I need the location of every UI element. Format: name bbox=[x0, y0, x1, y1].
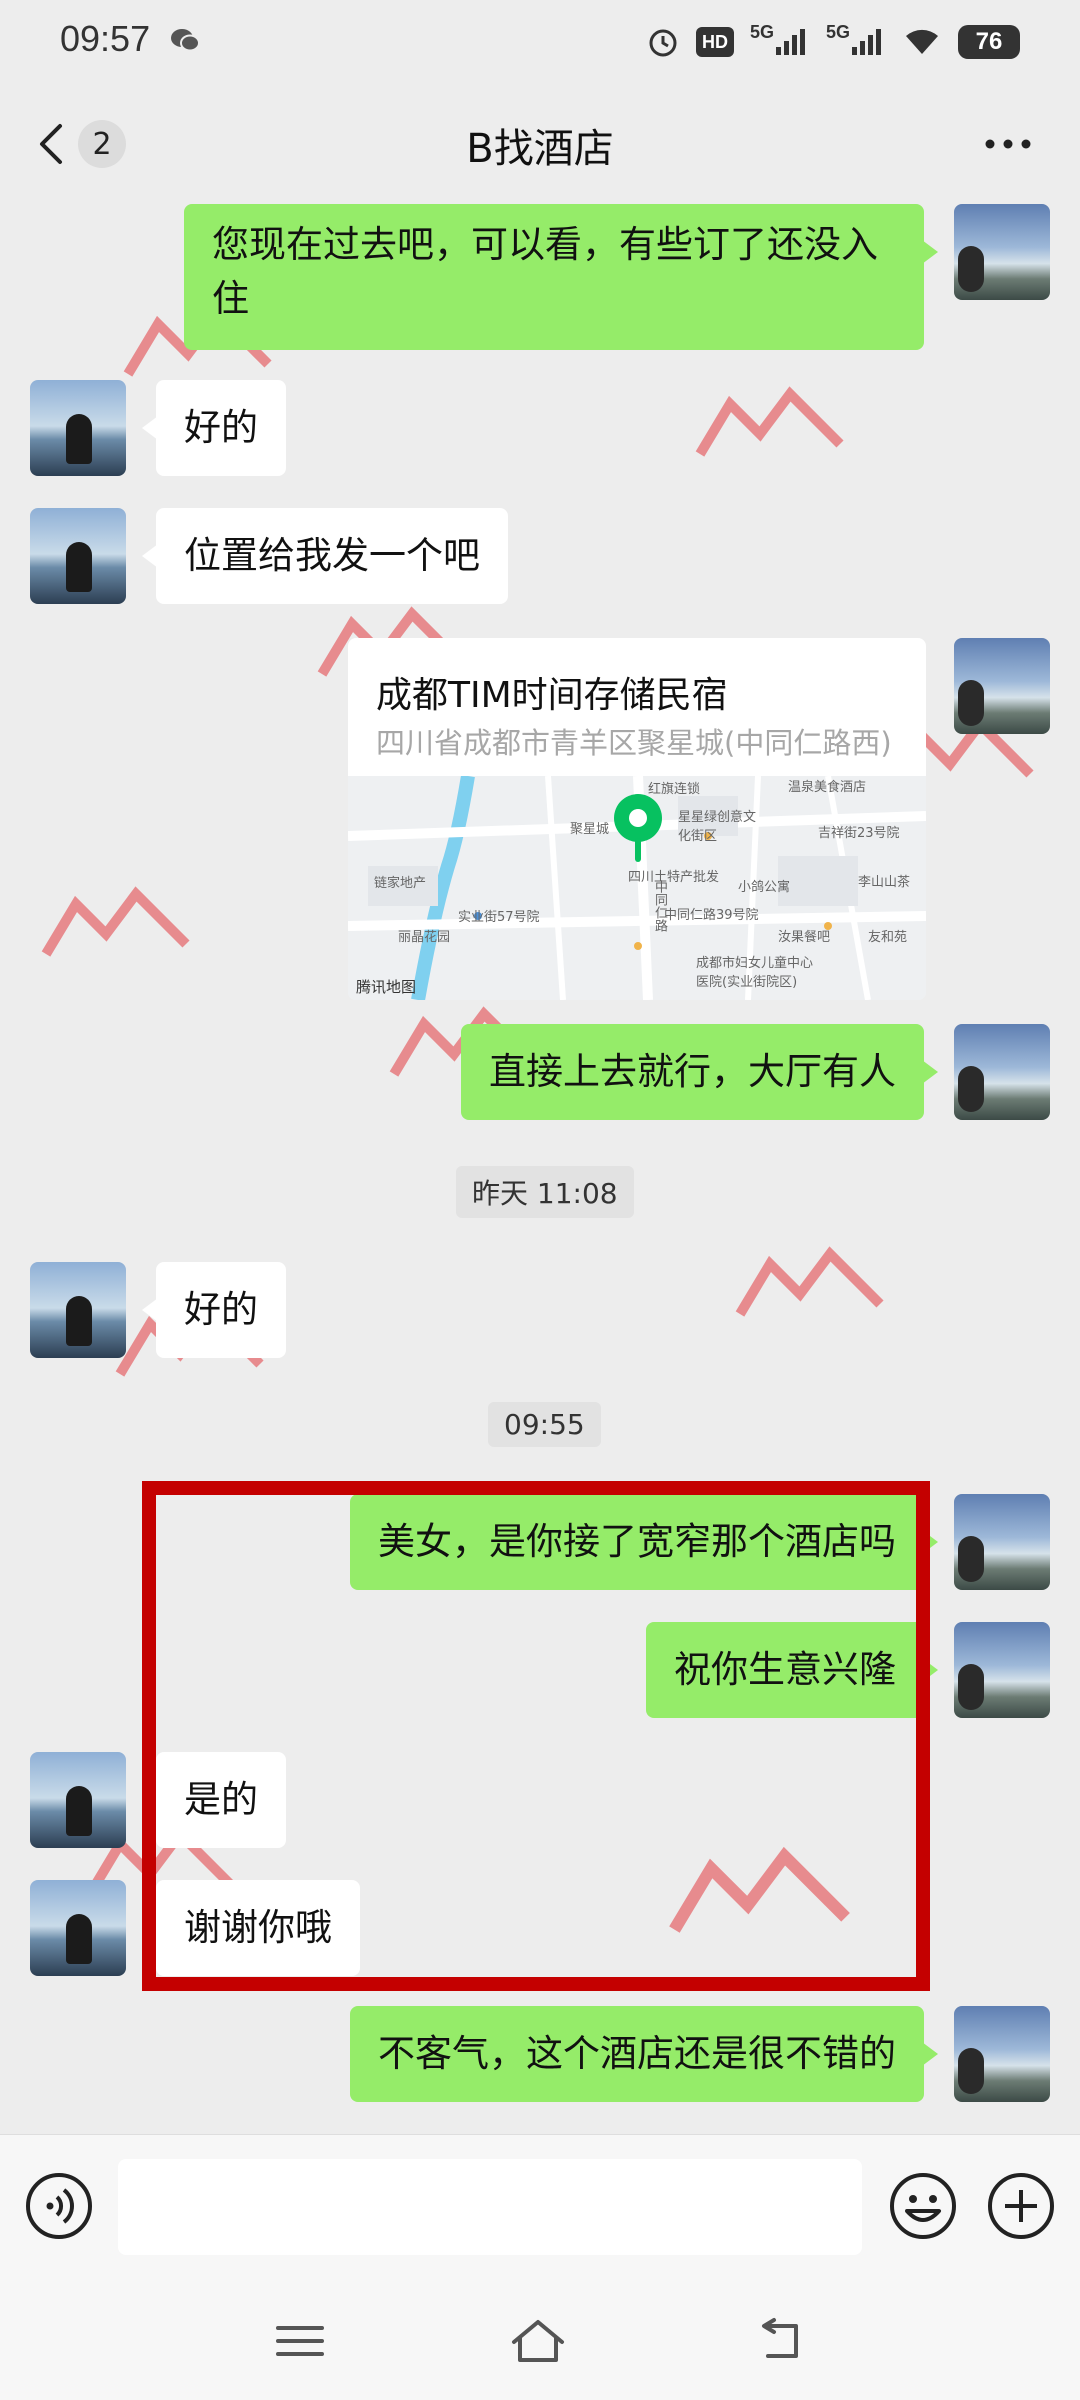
emoji-icon[interactable] bbox=[888, 2171, 958, 2241]
voice-input-icon[interactable] bbox=[24, 2171, 94, 2241]
contact-avatar[interactable] bbox=[30, 1880, 126, 1976]
map-label: 实业街57号院 bbox=[458, 910, 540, 925]
wechat-notification-icon bbox=[171, 29, 200, 52]
location-card[interactable]: 成都TIM时间存储民宿 四川省成都市青羊区聚星城(中同仁路西) 红旗连锁 温泉美… bbox=[348, 638, 926, 1000]
watermark-logo bbox=[695, 386, 844, 457]
contact-avatar[interactable] bbox=[30, 1262, 126, 1358]
my-avatar[interactable] bbox=[954, 2006, 1050, 2102]
my-avatar[interactable] bbox=[954, 1494, 1050, 1590]
timestamp-divider: 昨天 11:08 bbox=[456, 1166, 634, 1218]
status-time: 09:57 bbox=[60, 18, 151, 59]
map-label: 聚星城 bbox=[570, 822, 610, 837]
more-options-icon[interactable] bbox=[980, 124, 1036, 164]
location-title: 成都TIM时间存储民宿 bbox=[376, 675, 728, 716]
message-input[interactable] bbox=[118, 2159, 862, 2255]
hd-icon: HD bbox=[695, 27, 734, 57]
location-address: 四川省成都市青羊区聚星城(中同仁路西) bbox=[376, 726, 892, 760]
my-avatar[interactable] bbox=[954, 1622, 1050, 1718]
my-avatar[interactable] bbox=[954, 638, 1050, 734]
message-bubble-sent[interactable]: 您现在过去吧，可以看，有些订了还没入住 bbox=[184, 204, 938, 350]
my-avatar[interactable] bbox=[954, 1024, 1050, 1120]
signal-1-label: 5G bbox=[749, 21, 774, 42]
chat-message-list[interactable]: 您现在过去吧，可以看，有些订了还没入住 好的 位置给我发一个吧 成都TIM时间存… bbox=[0, 204, 1080, 2134]
map-provider-label: 腾讯地图 bbox=[356, 978, 417, 996]
location-pin-icon bbox=[614, 794, 662, 862]
signal-1-icon: 5G bbox=[749, 21, 810, 60]
map-label: 链家地产 bbox=[374, 876, 427, 891]
message-bubble-received[interactable]: 位置给我发一个吧 bbox=[142, 508, 508, 604]
message-bubble-sent[interactable]: 直接上去就行，大厅有人 bbox=[461, 1024, 938, 1120]
watermark-logo bbox=[41, 886, 190, 957]
map-label: 小鸽公寓 bbox=[738, 880, 791, 895]
chat-header: 2 B找酒店 bbox=[0, 84, 1080, 204]
status-bar: 09:57 HD 5G 5G 76 bbox=[0, 0, 1080, 84]
back-nav-icon[interactable] bbox=[752, 2316, 808, 2366]
highlight-annotation-box bbox=[142, 1481, 930, 1991]
timestamp-divider: 09:55 bbox=[488, 1402, 601, 1447]
map-label: 吉祥街23号院 bbox=[818, 826, 900, 841]
home-icon[interactable] bbox=[510, 2316, 566, 2366]
alarm-icon bbox=[649, 29, 677, 57]
message-bubble-received[interactable]: 好的 bbox=[142, 380, 286, 476]
map-label: 李山山茶 bbox=[858, 875, 911, 890]
map-label: 汝果餐吧 bbox=[778, 930, 831, 945]
map-label: 中同仁路39号院 bbox=[664, 908, 759, 923]
signal-2-icon: 5G bbox=[825, 21, 886, 60]
message-input-bar bbox=[0, 2134, 1080, 2278]
map-label: 中同仁路 bbox=[652, 880, 667, 932]
map-label: 星星绿创意文化街区 bbox=[678, 810, 757, 844]
chat-title: B找酒店 bbox=[466, 126, 614, 172]
contact-avatar[interactable] bbox=[30, 380, 126, 476]
map-label: 丽晶花园 bbox=[398, 930, 451, 945]
map-label: 友和苑 bbox=[868, 930, 908, 945]
map-label: 四川土特产批发 bbox=[628, 870, 720, 885]
map-label: 温泉美食酒店 bbox=[788, 780, 867, 795]
watermark-logo bbox=[735, 1246, 884, 1317]
location-map-preview[interactable]: 红旗连锁 温泉美食酒店 聚星城 星星绿创意文化街区 吉祥街23号院 四川土特产批… bbox=[348, 776, 926, 1000]
status-icons: HD 5G 5G 76 bbox=[646, 20, 1020, 64]
map-label: 成都市妇女儿童中心医院(实业街院区) bbox=[696, 956, 814, 990]
system-navigation-bar bbox=[0, 2278, 1080, 2400]
battery-indicator: 76 bbox=[958, 25, 1020, 59]
contact-avatar[interactable] bbox=[30, 1752, 126, 1848]
wifi-icon bbox=[906, 29, 938, 54]
plus-icon[interactable] bbox=[986, 2171, 1056, 2241]
signal-2-label: 5G bbox=[825, 21, 850, 42]
message-bubble-received[interactable]: 好的 bbox=[142, 1262, 286, 1358]
message-bubble-sent[interactable]: 不客气，这个酒店还是很不错的 bbox=[350, 2006, 938, 2102]
my-avatar[interactable] bbox=[954, 204, 1050, 300]
menu-icon[interactable] bbox=[272, 2316, 328, 2366]
contact-avatar[interactable] bbox=[30, 508, 126, 604]
